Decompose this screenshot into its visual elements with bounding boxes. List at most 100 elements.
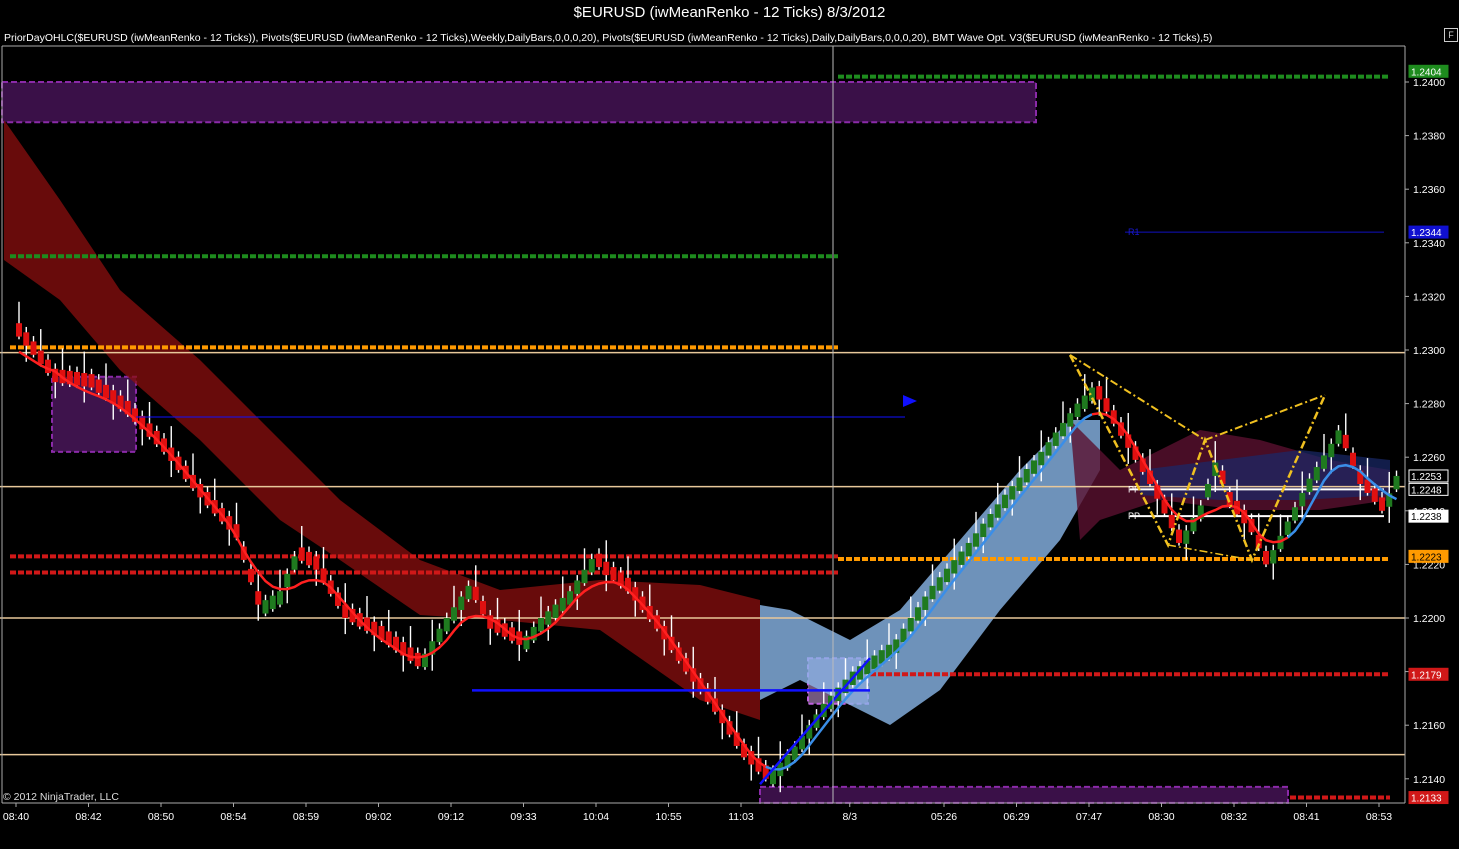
up-candle — [1270, 550, 1277, 564]
down-candle — [1168, 514, 1175, 529]
up-candle — [538, 618, 544, 632]
down-candle — [320, 568, 327, 582]
y-tick-label: 1.2160 — [1413, 720, 1445, 732]
up-candle — [1081, 395, 1088, 409]
up-candle — [1321, 455, 1327, 469]
down-candle — [30, 341, 37, 355]
up-candle — [936, 577, 943, 591]
level-label: PP — [1128, 511, 1140, 521]
level-label: R1 — [1128, 227, 1140, 237]
up-candle — [1023, 468, 1030, 483]
x-tick-label: 11:03 — [728, 811, 754, 823]
x-tick-label: 09:12 — [438, 811, 464, 823]
y-tick-label: 1.2340 — [1413, 238, 1445, 250]
down-candle — [1350, 452, 1356, 467]
price-tag-label: 1.2133 — [1411, 794, 1442, 805]
down-candle — [37, 350, 44, 364]
up-candle — [1205, 484, 1211, 498]
up-candle — [944, 568, 950, 583]
up-candle — [1052, 432, 1059, 446]
down-candle — [313, 556, 320, 570]
up-candle — [1031, 460, 1037, 474]
ribbons-layer — [4, 120, 1390, 725]
y-tick-label: 1.2280 — [1413, 399, 1445, 411]
up-candle — [545, 611, 552, 625]
down-candle — [1176, 529, 1182, 543]
up-candle — [973, 533, 979, 547]
down-candle — [1379, 497, 1385, 511]
x-tick-label: 08:59 — [293, 811, 319, 823]
demand-zone — [759, 785, 1289, 804]
down-candle — [603, 561, 610, 576]
x-tick-label: 06:29 — [1003, 811, 1029, 823]
up-candle — [929, 585, 936, 600]
down-candle — [407, 647, 414, 661]
down-candle — [1371, 488, 1378, 502]
up-candle — [1183, 530, 1190, 544]
y-tick-label: 1.2140 — [1413, 774, 1445, 786]
up-candle — [1306, 478, 1313, 493]
down-candle — [610, 567, 617, 581]
up-candle — [581, 569, 588, 584]
up-candle — [1299, 492, 1306, 507]
down-candle — [1096, 386, 1103, 400]
price-tag-label: 1.2253 — [1411, 472, 1442, 483]
down-candle — [306, 551, 312, 566]
up-candle — [1074, 403, 1081, 417]
x-tick-label: 08:30 — [1148, 811, 1174, 823]
x-tick-label: 08:41 — [1293, 811, 1319, 823]
up-candle — [1393, 475, 1400, 490]
x-tick-label: 09:02 — [365, 811, 391, 823]
candles-layer — [16, 301, 1400, 793]
down-candle — [1103, 398, 1110, 412]
down-candle — [103, 384, 109, 399]
x-tick-label: 09:33 — [510, 811, 536, 823]
up-candle — [871, 655, 878, 669]
up-candle — [451, 607, 457, 621]
down-candle — [1263, 551, 1269, 565]
x-tick-label: 08:32 — [1221, 811, 1247, 823]
up-candle — [980, 523, 987, 538]
price-tag-label: 1.2179 — [1411, 670, 1442, 681]
y-tick-label: 1.2260 — [1413, 452, 1445, 464]
up-candle — [951, 560, 958, 574]
price-chart[interactable]: R1PPPP 1.24001.23801.23601.23401.23201.2… — [0, 0, 1459, 849]
up-candle — [1016, 477, 1023, 491]
up-candle — [1038, 451, 1045, 466]
up-candle — [1313, 467, 1320, 481]
x-tick-label: 10:55 — [655, 811, 681, 823]
price-tag-label: 1.2248 — [1411, 485, 1442, 496]
up-candle — [552, 604, 559, 618]
price-tag-label: 1.2238 — [1411, 512, 1442, 523]
up-candle — [574, 580, 581, 594]
y-tick-label: 1.2360 — [1413, 184, 1445, 196]
up-candle — [922, 596, 929, 610]
x-tick-label: 08:40 — [3, 811, 29, 823]
up-candle — [284, 573, 291, 588]
up-candle — [443, 618, 450, 632]
y-tick-label: 1.2400 — [1413, 77, 1445, 89]
up-candle — [1045, 442, 1052, 456]
y-tick-label: 1.2320 — [1413, 291, 1445, 303]
up-candle — [1328, 443, 1335, 458]
down-candle — [298, 547, 305, 561]
up-candle — [1067, 413, 1074, 427]
up-candle — [994, 504, 1001, 518]
arrow-head-icon — [903, 395, 917, 407]
down-candle — [23, 332, 30, 346]
up-candle — [559, 597, 566, 612]
up-candle — [1284, 521, 1291, 535]
up-candle — [987, 514, 994, 528]
copyright-notice: © 2012 NinjaTrader, LLC — [3, 791, 119, 803]
x-tick-label: 08:53 — [1366, 811, 1392, 823]
down-candle — [480, 601, 486, 615]
up-candle — [262, 600, 269, 614]
down-candle — [95, 379, 102, 393]
down-candle — [81, 373, 88, 387]
up-candle — [915, 607, 921, 621]
down-candle — [88, 374, 95, 388]
down-candle — [596, 553, 602, 568]
up-candle — [965, 542, 972, 557]
up-candle — [1002, 494, 1008, 509]
up-candle — [958, 551, 965, 565]
